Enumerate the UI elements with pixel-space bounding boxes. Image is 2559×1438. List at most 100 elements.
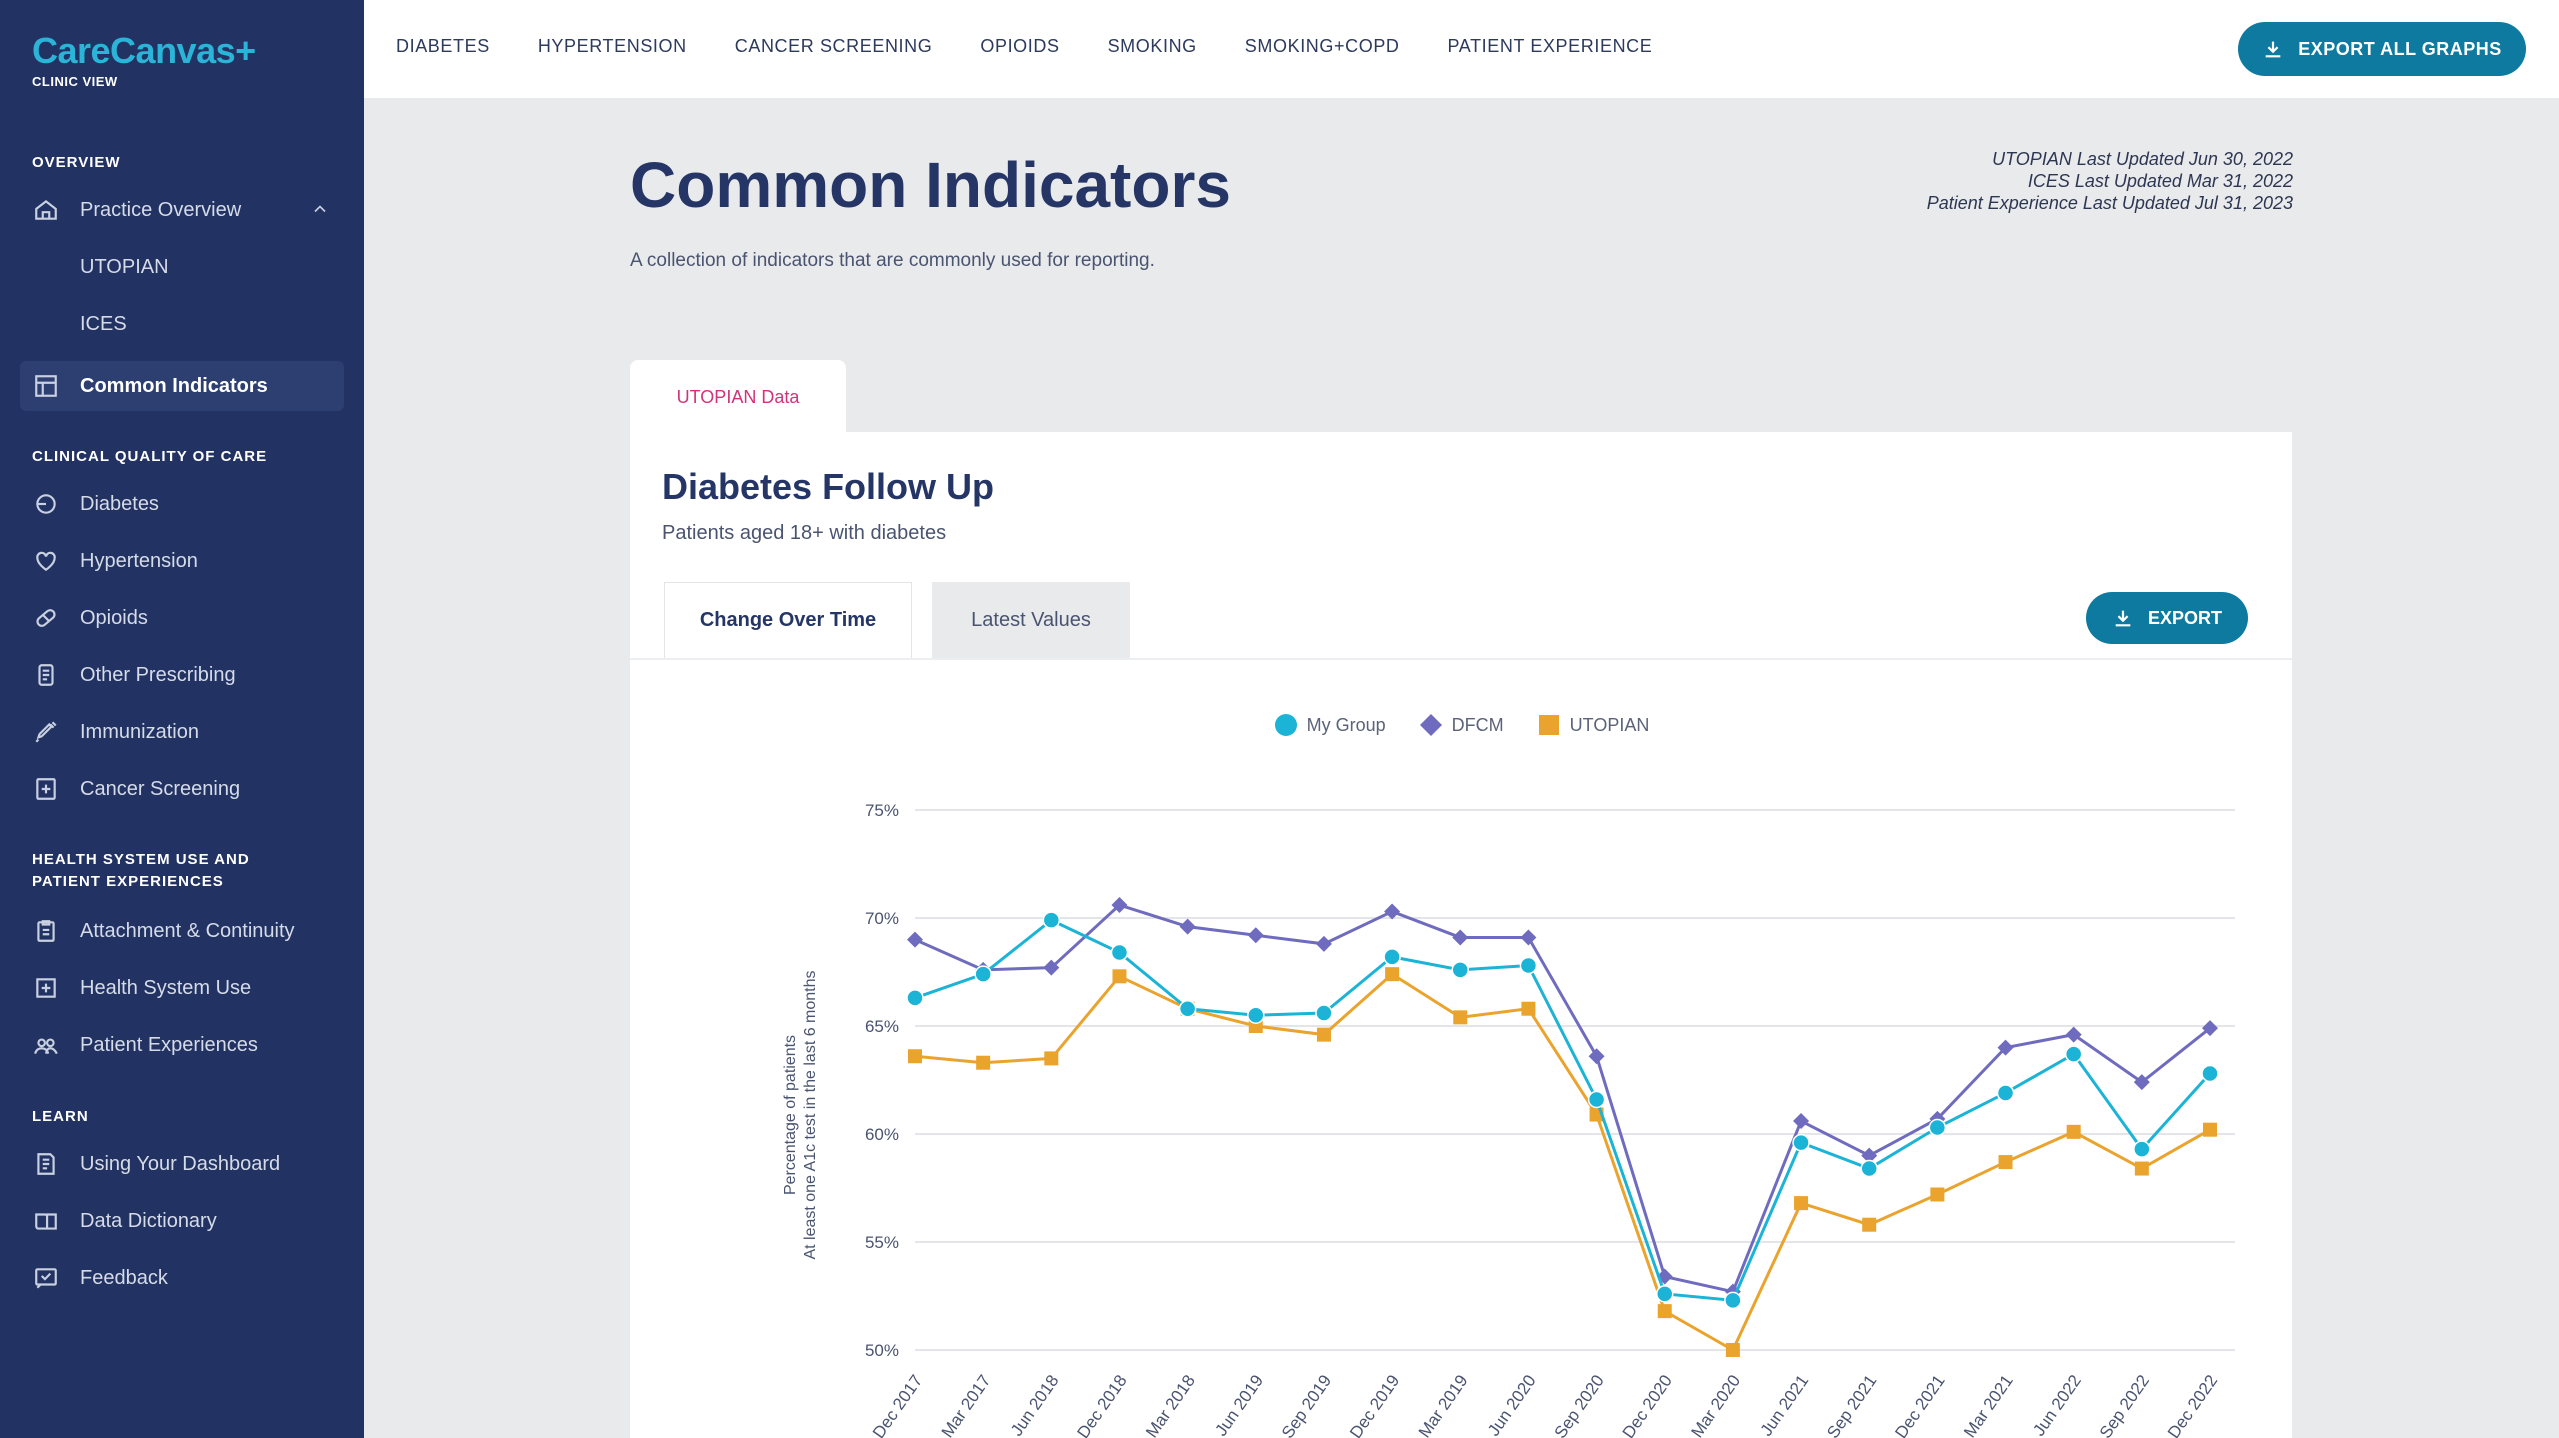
data-point <box>2134 1161 2149 1176</box>
tab-utopian-data[interactable]: UTOPIAN Data <box>630 360 846 434</box>
x-tick-label: Jun 2019 <box>1211 1371 1267 1438</box>
card-subtitle: Patients aged 18+ with diabetes <box>662 522 947 544</box>
line-chart: 75% 70% 65% 60% 55% 50% Percentage of patients… <box>782 801 2235 1438</box>
book-icon <box>32 1150 60 1178</box>
download-icon <box>2265 41 2281 58</box>
section-heading-health-system: HEALTH SYSTEM USE AND PATIENT EXPERIENCE… <box>32 851 250 890</box>
sidebar-item-label: Using Your Dashboard <box>80 1152 281 1175</box>
legend-marker-diamond <box>1419 714 1442 736</box>
toplink-cancer-screening[interactable]: CANCER SCREENING <box>735 36 933 57</box>
data-point <box>1860 1159 1878 1178</box>
x-tick-label: Dec 2017 <box>869 1371 926 1438</box>
sidebar-item-opioids[interactable]: Opioids <box>20 593 344 643</box>
y-tick-label: 55% <box>865 1233 899 1252</box>
drop-icon <box>32 490 60 518</box>
data-point <box>1453 1010 1468 1025</box>
data-point <box>1794 1196 1809 1211</box>
data-point <box>1996 1084 2015 1102</box>
app-logo[interactable]: CareCanvas+ CLINIC VIEW <box>32 30 256 89</box>
data-point <box>2133 1140 2151 1158</box>
data-point <box>974 965 992 983</box>
export-button[interactable]: EXPORT <box>2086 592 2248 644</box>
legend-marker-square <box>1538 715 1559 735</box>
data-point <box>1792 1133 1810 1152</box>
legend-item-dfcm[interactable]: DFCM <box>1418 712 1504 738</box>
syringe-icon <box>32 718 60 746</box>
legend-label: My Group <box>1306 714 1386 735</box>
sidebar-item-using-dashboard[interactable]: Using Your Dashboard <box>20 1139 344 1189</box>
sidebar-item-data-dictionary[interactable]: Data Dictionary <box>20 1196 344 1246</box>
sidebar-item-immunization[interactable]: Immunization <box>20 707 344 757</box>
logo-text: CareCanvas+ <box>32 30 256 71</box>
tab-change-over-time[interactable]: Change Over Time <box>664 582 912 658</box>
data-point <box>1587 1090 1606 1109</box>
sidebar-item-common-indicators[interactable]: Common Indicators <box>20 361 344 411</box>
tab-latest-values[interactable]: Latest Values <box>932 582 1130 658</box>
sidebar-item-label: Cancer Screening <box>80 777 241 800</box>
sidebar-item-practice-overview[interactable]: Practice Overview <box>20 185 344 235</box>
feedback-icon <box>32 1264 60 1292</box>
sidebar-item-ices[interactable]: ICES <box>20 299 344 349</box>
legend-item-my-group[interactable]: My Group <box>1273 712 1386 738</box>
sidebar: CareCanvas+ CLINIC VIEW OVERVIEW Practic… <box>0 0 364 1438</box>
sidebar-item-utopian[interactable]: UTOPIAN <box>20 242 344 292</box>
export-label: EXPORT <box>2147 607 2222 628</box>
toplink-hypertension[interactable]: HYPERTENSION <box>538 36 687 57</box>
sidebar-item-feedback[interactable]: Feedback <box>20 1253 344 1303</box>
dictionary-icon <box>32 1207 60 1235</box>
data-point <box>1657 1304 1672 1319</box>
data-point <box>1178 999 1197 1018</box>
toplink-smoking-copd[interactable]: SMOKING+COPD <box>1245 36 1400 57</box>
data-point <box>906 989 924 1007</box>
data-point <box>1725 1343 1740 1357</box>
sidebar-item-other-prescribing[interactable]: Other Prescribing <box>20 650 344 700</box>
legend-item-utopian[interactable]: UTOPIAN <box>1536 712 1650 738</box>
x-tick-label: Mar 2021 <box>1960 1371 2017 1438</box>
x-tick-label: Dec 2021 <box>1891 1371 1948 1438</box>
sidebar-item-diabetes[interactable]: Diabetes <box>20 479 344 529</box>
data-point <box>1042 911 1061 929</box>
data-point <box>1862 1217 1877 1232</box>
legend-label: UTOPIAN <box>1569 714 1650 735</box>
sidebar-item-label: Other Prescribing <box>80 663 236 686</box>
download-icon <box>2115 610 2131 627</box>
sidebar-item-patient-experiences[interactable]: Patient Experiences <box>20 1020 344 1070</box>
data-point <box>1179 918 1196 935</box>
sidebar-item-label: Common Indicators <box>80 374 268 397</box>
data-point <box>1315 1004 1333 1022</box>
sidebar-item-attachment-continuity[interactable]: Attachment & Continuity <box>20 906 344 956</box>
chevron-up-icon[interactable] <box>310 199 330 219</box>
data-point <box>1383 948 1401 966</box>
series-line <box>914 918 2212 1302</box>
topic-links: DIABETES HYPERTENSION CANCER SCREENING O… <box>396 36 1652 57</box>
card-title: Diabetes Follow Up <box>662 466 995 507</box>
export-all-graphs-button[interactable]: EXPORT ALL GRAPHS <box>2238 22 2526 76</box>
data-point <box>1315 935 1332 952</box>
data-point <box>908 1049 922 1064</box>
toplink-patient-experience[interactable]: PATIENT EXPERIENCE <box>1448 36 1653 57</box>
sidebar-item-label: Immunization <box>80 720 199 743</box>
data-point <box>1110 943 1129 962</box>
home-icon <box>32 196 60 224</box>
sidebar-item-label: Diabetes <box>80 492 159 515</box>
data-point <box>1930 1187 1945 1202</box>
y-axis-label: Percentage of patients <box>782 1035 799 1195</box>
sidebar-item-label: Health System Use <box>80 976 252 999</box>
series-line <box>914 903 2211 1294</box>
sidebar-item-hypertension[interactable]: Hypertension <box>20 536 344 586</box>
grid-icon <box>32 372 60 400</box>
sidebar-item-health-system-use[interactable]: Health System Use <box>20 963 344 1013</box>
sidebar-item-label: Hypertension <box>80 549 198 572</box>
hospital-icon <box>32 974 60 1002</box>
x-tick-label: Jun 2018 <box>1007 1371 1063 1438</box>
sidebar-item-cancer-screening[interactable]: Cancer Screening <box>20 764 344 814</box>
sidebar-item-label: Attachment & Continuity <box>80 919 295 942</box>
sidebar-item-label: UTOPIAN <box>80 255 169 278</box>
logo-subtitle: CLINIC VIEW <box>32 74 118 89</box>
toplink-diabetes[interactable]: DIABETES <box>396 36 490 57</box>
toplink-opioids[interactable]: OPIOIDS <box>980 36 1059 57</box>
chart-legend: My Group DFCM UTOPIAN <box>630 712 2292 738</box>
data-point <box>907 931 923 948</box>
x-tick-label: Jun 2021 <box>1757 1371 1813 1438</box>
toplink-smoking[interactable]: SMOKING <box>1108 36 1197 57</box>
